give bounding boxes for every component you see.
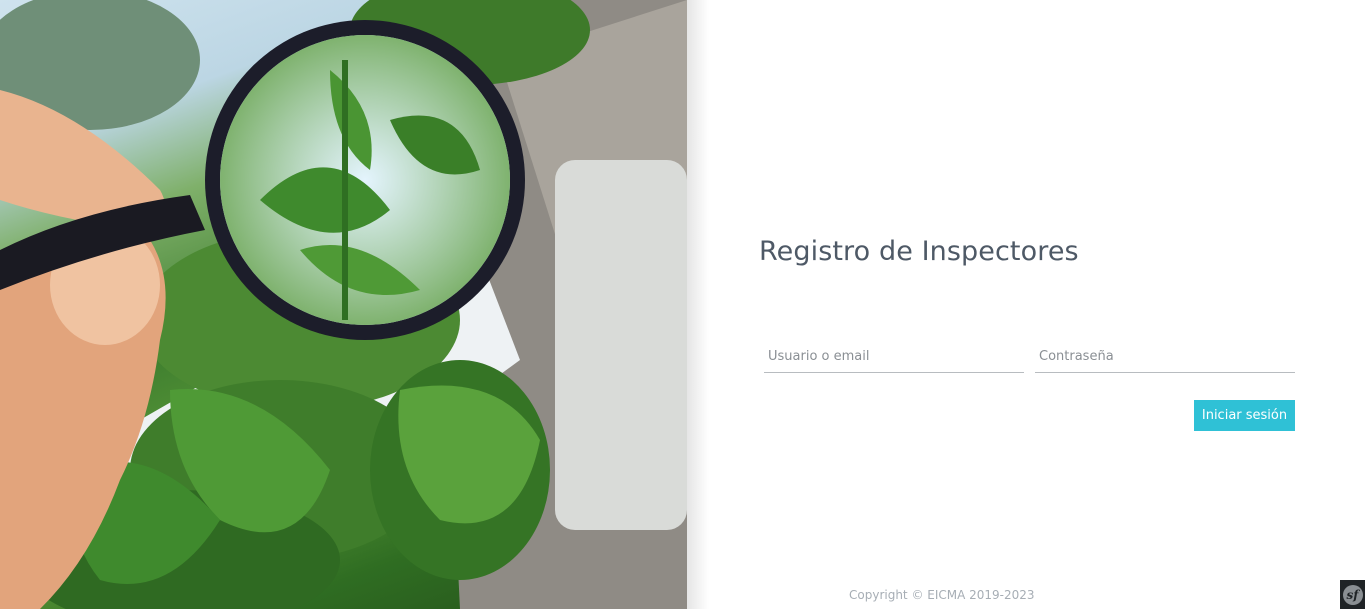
symfony-icon: sf <box>1342 584 1363 605</box>
hero-image <box>0 0 687 609</box>
copyright-text: Copyright © EICMA 2019-2023 <box>849 588 1035 602</box>
page-title: Registro de Inspectores <box>759 236 1079 267</box>
password-field-wrapper <box>1035 340 1295 373</box>
login-button[interactable]: Iniciar sesión <box>1194 400 1295 431</box>
plant-magnifier-illustration <box>0 0 687 609</box>
symfony-debug-toolbar-toggle[interactable]: sf <box>1340 580 1365 609</box>
panel-divider <box>687 0 709 609</box>
username-field-wrapper <box>764 340 1024 373</box>
password-input[interactable] <box>1035 340 1295 372</box>
username-input[interactable] <box>764 340 1024 372</box>
